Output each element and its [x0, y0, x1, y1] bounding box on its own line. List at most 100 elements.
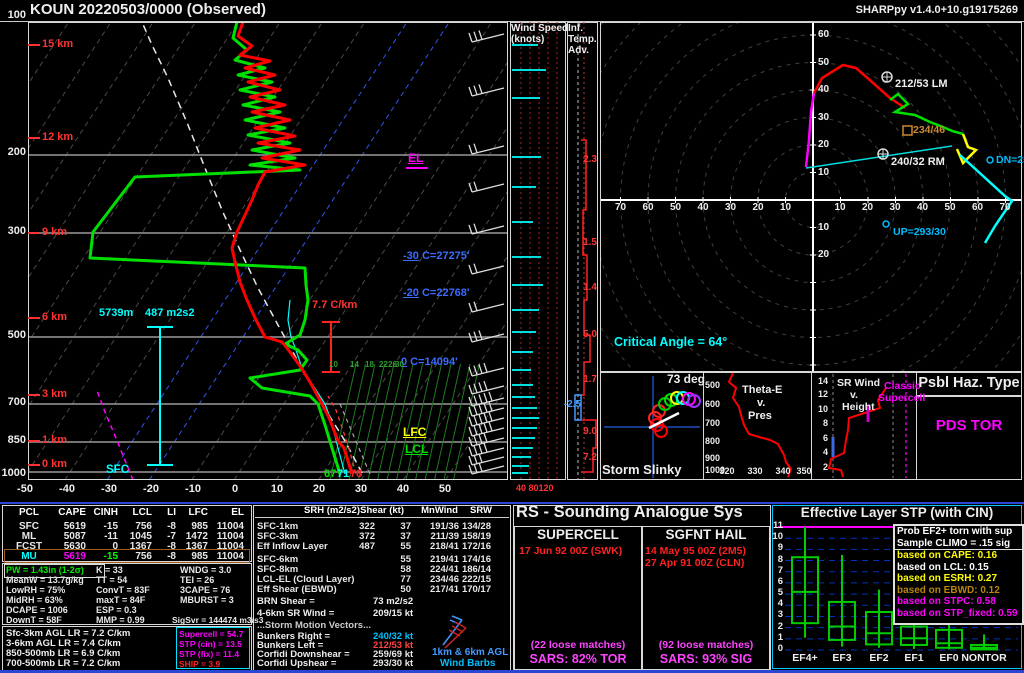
stp-category-label: EF4+ [792, 653, 817, 664]
pressure-label: 1000 [2, 468, 26, 480]
hodo-y-label: 40 [818, 85, 829, 96]
sharppy-window: KOUN 20220503/0000 (Observed) SHARPpy v1… [0, 0, 1024, 673]
stp-y-label: 4 [778, 599, 783, 609]
minus30-label: -30 C=27275' [403, 251, 470, 263]
srwind-title-3: Height [842, 402, 875, 413]
temp-axis-label: 30 [355, 484, 367, 496]
hodo-x-label: 60 [642, 203, 653, 214]
thetae-title-3: Pres [748, 411, 772, 423]
srwind-title-1: SR Wind [837, 378, 880, 389]
adv-title-3: Adv. [568, 46, 589, 57]
temp-axis-label: -20 [143, 484, 159, 496]
wind-panel-title: Wind Speed [511, 24, 568, 35]
stp-y-label: 9 [778, 543, 783, 553]
stp-y-label: 8 [778, 555, 783, 565]
temp-advection-panel[interactable] [567, 22, 598, 480]
hodo-x-label: 40 [697, 203, 708, 214]
critical-angle-label: Critical Angle = 64° [614, 336, 727, 349]
slinky-deg-label: 73 deg [667, 373, 705, 386]
stp-category-label: EF3 [832, 653, 851, 664]
stp-y-label: 0 [778, 644, 783, 654]
height-label: 3 km [42, 389, 67, 401]
parcel-table-header: PCLCAPECINHLCLLILFCEL [6, 507, 244, 518]
el-label: EL [408, 152, 423, 165]
mixing-ratio-label: 10 [329, 361, 338, 369]
srwind-y-label: 12 [818, 390, 828, 399]
advection-value: 2.3 [583, 155, 597, 166]
lfc-label: LFC [403, 426, 426, 439]
kin-row: Eff Shear (EBWD)50217/41170/17 [257, 584, 491, 595]
hodo-x-label: 10 [780, 203, 791, 214]
pw-outline [4, 564, 105, 578]
pressure-label: 850 [8, 435, 26, 447]
stp-summary-row: SHIP = 3.9 [179, 660, 220, 669]
stp-category-label: NONTOR [961, 653, 1006, 664]
hodo-y-label: 20 [818, 250, 829, 261]
inflow-srh-label: 487 m2s2 [145, 308, 195, 320]
srwind-y-label: 6 [823, 434, 828, 443]
temp-axis-label: 0 [232, 484, 238, 496]
wind-axis-label: 40 80120 [516, 484, 554, 493]
thermo-index: DownT = 58F [6, 616, 62, 625]
thetae-y-label: 500 [705, 381, 720, 390]
smv-value: 293/30 kt [373, 659, 413, 669]
thermo-index: MBURST = 3 [180, 596, 234, 605]
hodo-x-label: 20 [752, 203, 763, 214]
thetae-title-2: v. [757, 398, 765, 410]
zero-c-label: 0 C=14094' [401, 357, 458, 369]
thetae-y-label: 900 [705, 454, 720, 463]
lapse-rate-label: 7.7 C/km [312, 300, 357, 312]
hodo-x-label: 40 [917, 203, 928, 214]
sars-hail-title: SGFNT HAIL [666, 528, 747, 542]
wind-panel-units: (knots) [511, 35, 544, 46]
sr46-label: 4-6km SR Wind = [257, 609, 334, 619]
stp-y-label: 7 [778, 566, 783, 576]
hazard-value: PDS TOR [936, 418, 1002, 434]
mixing-ratio-label: 14 [350, 361, 359, 369]
rm-label: 240/32 RM [891, 157, 945, 169]
pressure-label: 500 [8, 330, 26, 342]
stp-legend-row: Sample CLIMO = .15 sig [895, 538, 1022, 551]
hodograph-panel[interactable] [600, 22, 1022, 372]
temp-axis-label: 40 [397, 484, 409, 496]
thetae-x-label: 350 [796, 467, 811, 476]
stp-category-label: EF1 [904, 653, 923, 664]
advection-value: -2.5 [564, 400, 581, 411]
stp-legend-row: based on LCL: 0.15 [895, 562, 1022, 574]
slinky-title: Storm Slinky [602, 463, 681, 477]
title-divider [0, 21, 1024, 22]
thetae-title-1: Theta-E [742, 385, 782, 397]
barb-note-1: 1km & 6km AGL [432, 648, 508, 659]
hodo-y-label: 10 [818, 223, 829, 234]
height-label: 1 km [42, 435, 67, 447]
adv-title-1: Inf. [568, 24, 583, 35]
stp-category-label: EF0 [939, 653, 958, 664]
classic-label-2: Supercell [878, 393, 925, 404]
advection-value: 1.4 [583, 283, 597, 294]
temp-axis-label: -40 [59, 484, 75, 496]
barb-note-2: Wind Barbs [440, 659, 495, 670]
srwind-y-label: 8 [823, 419, 828, 428]
lapse-rate-row: 700-500mb LR = 7.2 C/km [6, 659, 120, 669]
lm-label: 212/53 LM [895, 79, 948, 91]
temp-axis-label: -50 [17, 484, 33, 496]
thetae-y-label: 700 [705, 419, 720, 428]
kin-header: SRH (m2/s2) [304, 506, 360, 516]
stp-y-label: 3 [778, 610, 783, 620]
thetae-y-label: 600 [705, 400, 720, 409]
smv-title: ...Storm Motion Vectors... [257, 621, 371, 631]
pressure-label: 200 [8, 147, 26, 159]
hodo-x-label: 50 [944, 203, 955, 214]
wind-speed-panel[interactable] [510, 22, 566, 480]
stp-y-label: 2 [778, 622, 783, 632]
sars-supercell-title: SUPERCELL [537, 528, 619, 542]
sfc-temp: 78 [350, 469, 362, 481]
hazard-body-panel [916, 396, 1022, 480]
stp-summary-row: STP (fix) = 11.4 [179, 650, 239, 659]
thetae-x-label: 340 [775, 467, 790, 476]
sars-match: 14 May 95 00Z (2M5) [645, 546, 746, 557]
kin-header-line [255, 517, 509, 518]
hodo-y-label: 50 [818, 58, 829, 69]
stp-legend-row: based on STP_fixed: 0.59 [895, 608, 1022, 620]
stp-legend-row: Prob EF2+ torn with sup [895, 526, 1022, 538]
